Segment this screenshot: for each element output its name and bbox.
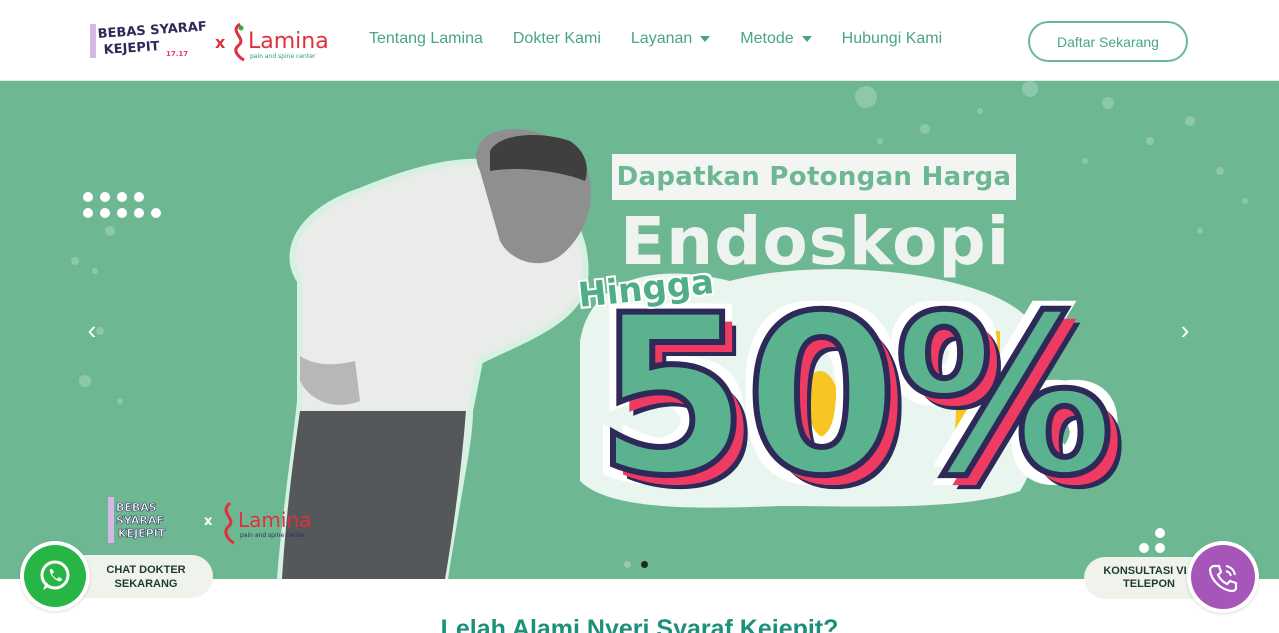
logo-text-1: BEBAS SYARAF — [97, 19, 207, 42]
slider-prev-arrow-icon[interactable]: ‹ — [80, 315, 104, 345]
phone-consult-widget[interactable]: KONSULTASI VIA TELEPON — [1084, 541, 1259, 613]
slider-pagination — [624, 561, 658, 568]
logo-text-2: KEJEPIT — [103, 39, 160, 58]
promo-discount-value: 50% — [593, 268, 1118, 524]
nav-label: Hubungi Kami — [841, 30, 943, 47]
daftar-sekarang-button[interactable]: Daftar Sekarang — [1028, 21, 1188, 62]
nav-item-tentang-lamina[interactable]: Tentang Lamina — [369, 30, 483, 48]
whatsapp-button[interactable] — [20, 541, 90, 611]
hero-logo-text-2: SYARAF — [116, 514, 164, 527]
logo-x: x — [215, 33, 226, 52]
nav-label: Dokter Kami — [512, 30, 601, 47]
nav-label: Layanan — [630, 30, 693, 47]
hero-logo-x: x — [204, 514, 213, 529]
page: BEBAS SYARAF KEJEPIT 17.17 x Lamina pain… — [0, 0, 1279, 633]
chevron-down-icon — [801, 36, 812, 42]
nav-item-dokter-kami[interactable]: Dokter Kami — [513, 30, 601, 48]
site-header: BEBAS SYARAF KEJEPIT 17.17 x Lamina pain… — [0, 0, 1279, 81]
whatsapp-icon — [24, 545, 86, 607]
hero-logo-brand: Lamina — [238, 508, 311, 532]
section-heading: Lelah Alami Nyeri Syaraf Kejepit? — [440, 615, 839, 633]
hero-logo-text-1: BEBAS — [116, 501, 157, 514]
chevron-down-icon — [700, 36, 711, 42]
slider-next-arrow-icon[interactable]: › — [1173, 315, 1197, 345]
spine-dot — [238, 25, 244, 31]
nav-item-layanan[interactable]: Layanan — [630, 30, 711, 48]
phone-icon — [1191, 545, 1255, 609]
promo-subtitle: Dapatkan Potongan Harga — [612, 154, 1016, 200]
whatsapp-label: CHAT DOKTER SEKARANG — [106, 564, 186, 590]
logo-tagline: pain and spine center — [250, 53, 316, 60]
hero-slider: Dapatkan Potongan Harga Endoskopi 50% Hi… — [0, 81, 1279, 579]
logo-text-3: 17.17 — [166, 50, 188, 58]
logo-bar — [90, 24, 96, 58]
cta-label: Daftar Sekarang — [1057, 33, 1159, 50]
nav-label: Metode — [740, 30, 794, 47]
phone-button[interactable] — [1187, 541, 1259, 613]
main-nav: Tentang Lamina Dokter Kami Layanan Metod… — [369, 30, 972, 48]
site-logo[interactable]: BEBAS SYARAF KEJEPIT 17.17 x Lamina pain… — [88, 18, 338, 64]
nav-item-metode[interactable]: Metode — [740, 30, 812, 48]
nav-label: Tentang Lamina — [369, 30, 483, 47]
logo-brand: Lamina — [248, 29, 329, 54]
nav-item-hubungi-kami[interactable]: Hubungi Kami — [842, 30, 943, 48]
slider-dot-1[interactable] — [624, 561, 631, 568]
hero-logo-text-3: KEJEPIT — [118, 527, 166, 540]
hero-logo: BEBAS SYARAF KEJEPIT x Lamina pain and s… — [108, 495, 330, 551]
whatsapp-chat-widget[interactable]: CHAT DOKTER SEKARANG — [20, 541, 213, 611]
hero-logo-tagline: pain and spine center — [240, 532, 306, 539]
slider-dot-2[interactable] — [641, 561, 648, 568]
